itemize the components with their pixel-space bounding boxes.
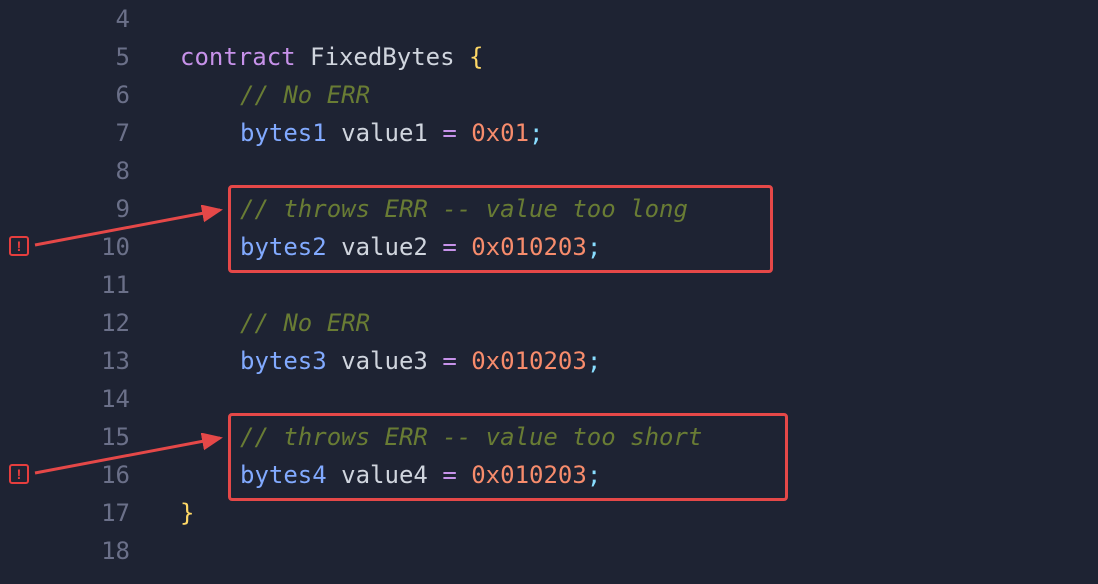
identifier: value2 [341, 233, 428, 261]
code-line [150, 380, 1098, 418]
identifier: FixedBytes [310, 43, 455, 71]
line-number[interactable]: 12 [40, 304, 130, 342]
code-line: contract FixedBytes { [150, 38, 1098, 76]
line-number[interactable]: 13 [40, 342, 130, 380]
type: bytes2 [240, 233, 327, 261]
line-number[interactable]: 9 [40, 190, 130, 228]
code-line: // throws ERR -- value too short [150, 418, 1098, 456]
comment: // No ERR [240, 81, 370, 109]
operator: = [442, 119, 456, 147]
line-number[interactable]: 14 [40, 380, 130, 418]
line-number[interactable]: 7 [40, 114, 130, 152]
type: bytes3 [240, 347, 327, 375]
code-line [150, 266, 1098, 304]
code-line [150, 0, 1098, 38]
operator: = [442, 347, 456, 375]
line-number[interactable]: 18 [40, 532, 130, 570]
line-number[interactable]: 11 [40, 266, 130, 304]
type: bytes1 [240, 119, 327, 147]
comment: // No ERR [240, 309, 370, 337]
brace: } [180, 499, 194, 527]
identifier: value3 [341, 347, 428, 375]
operator: = [442, 233, 456, 261]
code-line: bytes4 value4 = 0x010203; [150, 456, 1098, 494]
line-number[interactable]: 8 [40, 152, 130, 190]
number-literal: 0x01 [471, 119, 529, 147]
identifier: value1 [341, 119, 428, 147]
semicolon: ; [587, 233, 601, 261]
number-literal: 0x010203 [471, 233, 587, 261]
code-line [150, 532, 1098, 570]
line-number-gutter: 4 5 6 7 8 9 10 11 12 13 14 15 16 17 18 [40, 0, 150, 584]
code-line: bytes1 value1 = 0x01; [150, 114, 1098, 152]
number-literal: 0x010203 [471, 347, 587, 375]
line-number[interactable]: 5 [40, 38, 130, 76]
code-line: // No ERR [150, 304, 1098, 342]
brace: { [469, 43, 483, 71]
keyword-contract: contract [180, 43, 296, 71]
type: bytes4 [240, 461, 327, 489]
code-content[interactable]: contract FixedBytes { // No ERR bytes1 v… [150, 0, 1098, 584]
code-line: } [150, 494, 1098, 532]
line-number[interactable]: 4 [40, 0, 130, 38]
comment: // throws ERR -- value too short [240, 423, 702, 451]
code-line [150, 152, 1098, 190]
semicolon: ; [587, 461, 601, 489]
semicolon: ; [529, 119, 543, 147]
line-number[interactable]: 6 [40, 76, 130, 114]
line-number[interactable]: 15 [40, 418, 130, 456]
number-literal: 0x010203 [471, 461, 587, 489]
operator: = [442, 461, 456, 489]
code-line: // No ERR [150, 76, 1098, 114]
code-line: // throws ERR -- value too long [150, 190, 1098, 228]
line-number[interactable]: 10 [40, 228, 130, 266]
code-line: bytes2 value2 = 0x010203; [150, 228, 1098, 266]
margin-column: ! ! [0, 0, 40, 584]
semicolon: ; [587, 347, 601, 375]
code-line: bytes3 value3 = 0x010203; [150, 342, 1098, 380]
identifier: value4 [341, 461, 428, 489]
error-icon[interactable]: ! [9, 236, 29, 256]
line-number[interactable]: 17 [40, 494, 130, 532]
error-icon[interactable]: ! [9, 464, 29, 484]
line-number[interactable]: 16 [40, 456, 130, 494]
comment: // throws ERR -- value too long [240, 195, 688, 223]
code-editor: ! ! 4 5 6 7 8 9 10 11 12 13 14 15 16 17 … [0, 0, 1098, 584]
